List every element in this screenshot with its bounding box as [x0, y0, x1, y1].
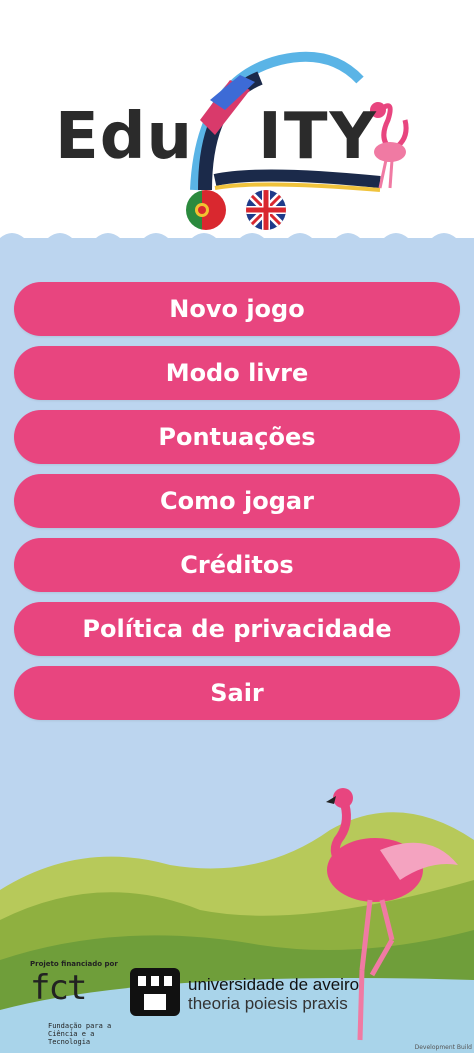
- free-mode-button[interactable]: Modo livre: [14, 346, 460, 400]
- credits-button[interactable]: Créditos: [14, 538, 460, 592]
- header-area: Edu ITY: [0, 0, 474, 250]
- privacy-policy-button[interactable]: Política de privacidade: [14, 602, 460, 656]
- university-motto: theoria poiesis praxis: [188, 994, 348, 1013]
- university-logo-icon: [130, 968, 180, 1016]
- funded-by-label: Projeto financiado por: [30, 960, 118, 968]
- main-menu: Novo jogo Modo livre Pontuações Como jog…: [14, 282, 460, 730]
- portuguese-flag-icon[interactable]: [186, 190, 226, 230]
- build-label: Development Build: [414, 1044, 472, 1051]
- fct-subtitle: Fundação para a Ciência e a Tecnologia: [48, 1022, 112, 1046]
- how-to-play-button[interactable]: Como jogar: [14, 474, 460, 528]
- exit-button[interactable]: Sair: [14, 666, 460, 720]
- english-flag-icon[interactable]: [246, 190, 286, 230]
- logo-text-ity: ITY: [258, 100, 378, 174]
- scores-button[interactable]: Pontuações: [14, 410, 460, 464]
- logo-text-edu: Edu: [55, 100, 194, 174]
- fct-logo: fct: [30, 968, 87, 1008]
- university-name: universidade de aveiro: [188, 975, 360, 994]
- new-game-button[interactable]: Novo jogo: [14, 282, 460, 336]
